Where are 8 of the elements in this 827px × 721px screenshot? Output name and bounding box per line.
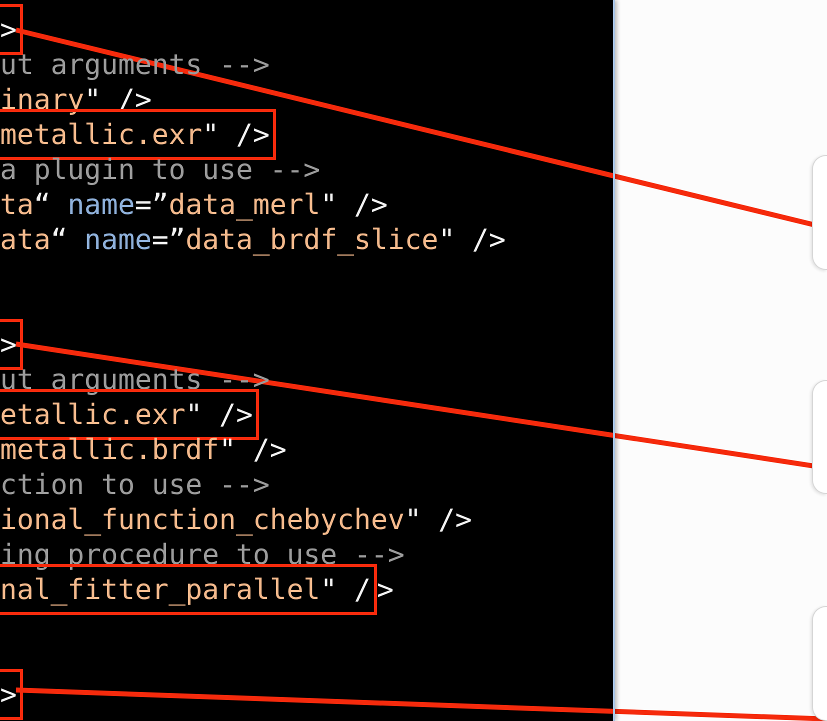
code-text: ction to use --> — [0, 468, 270, 501]
code-text: ional_function_chebychev" /> — [0, 503, 472, 536]
code-text: > — [376, 573, 394, 606]
highlighted-code: > — [0, 319, 23, 370]
code-text: ta“ name=”data_merl" /> — [0, 188, 388, 221]
highlighted-code: > — [0, 4, 23, 55]
highlighted-code: > — [0, 669, 23, 720]
code-text: ata“ name=”data_brdf_slice" /> — [0, 223, 506, 256]
